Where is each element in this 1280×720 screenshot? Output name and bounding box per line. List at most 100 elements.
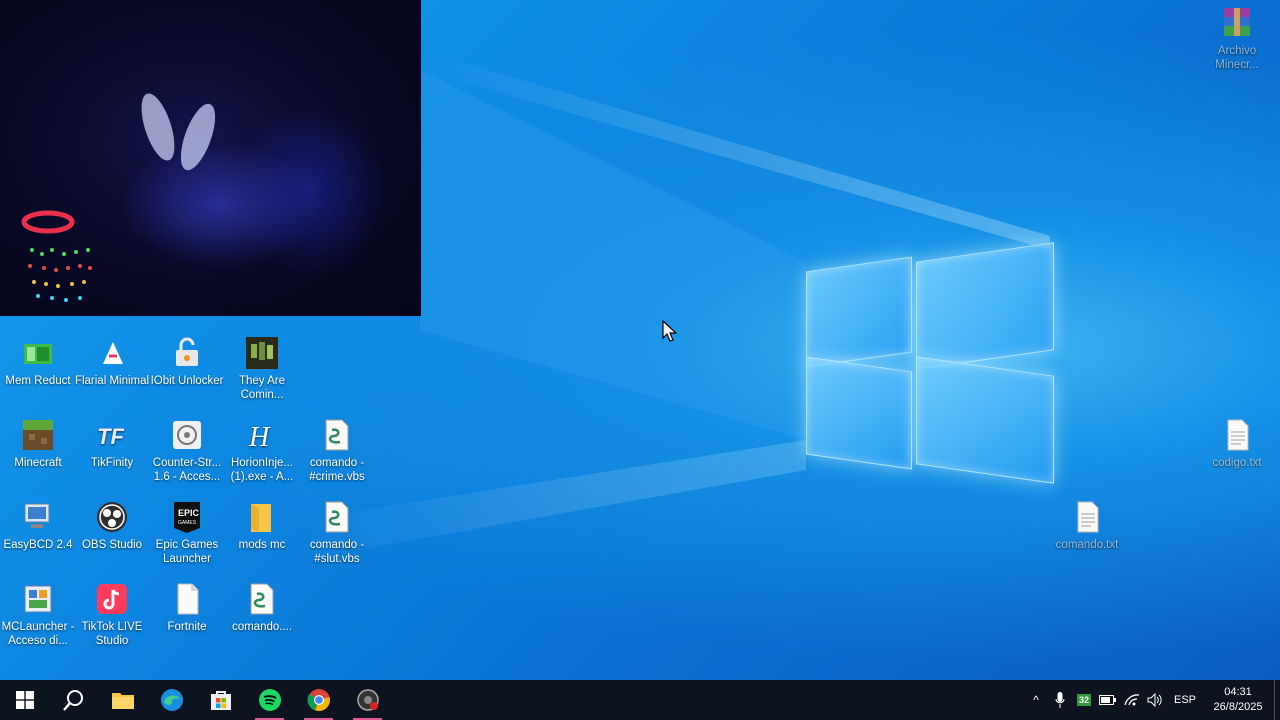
desktop-icon-label: TikTok LIVE Studio bbox=[81, 621, 143, 647]
desktop-icon[interactable]: mods mc bbox=[224, 500, 300, 552]
easybcd-icon bbox=[21, 500, 55, 534]
desktop-icon[interactable]: Counter-Str... 1.6 - Acces... bbox=[149, 418, 225, 484]
epic-games-icon: EPIC GAMES bbox=[170, 500, 204, 534]
clock-time: 04:31 bbox=[1224, 686, 1252, 698]
vbs-script-icon bbox=[320, 500, 354, 534]
desktop-icon-label: Flarial Minimal bbox=[74, 375, 150, 387]
tray-badge-icon: 32 bbox=[1076, 694, 1091, 706]
desktop-icon[interactable]: Fortnite bbox=[149, 582, 225, 634]
store-button[interactable] bbox=[196, 680, 245, 720]
windows-logo-wallpaper bbox=[806, 234, 1054, 488]
minecraft-icon bbox=[21, 418, 55, 452]
svg-text:H: H bbox=[248, 422, 271, 452]
desktop-icon[interactable]: MCLauncher - Acceso di... bbox=[0, 582, 76, 648]
desktop-icon[interactable]: Mem Reduct bbox=[0, 336, 76, 388]
desktop-icon-label: comando.... bbox=[231, 621, 293, 633]
desktop-icon[interactable]: They Are Comin... bbox=[224, 336, 300, 402]
tiktok-live-icon bbox=[95, 582, 129, 616]
language-label: ESP bbox=[1173, 694, 1196, 706]
desktop-icon-label: They Are Comin... bbox=[238, 375, 286, 401]
chrome-button[interactable] bbox=[294, 680, 343, 720]
obs-icon bbox=[95, 500, 129, 534]
microphone-icon bbox=[1055, 692, 1065, 708]
they-are-coming-icon bbox=[245, 336, 279, 370]
file-icon bbox=[170, 582, 204, 616]
desktop-icon[interactable]: EPIC GAMES Epic Games Launcher bbox=[149, 500, 225, 566]
desktop-icon[interactable]: comando - #crime.vbs bbox=[299, 418, 375, 484]
desktop-icon-label: comando - #crime.vbs bbox=[309, 457, 365, 483]
desktop-icon-label: Minecraft bbox=[14, 457, 62, 469]
start-icon bbox=[15, 691, 34, 709]
network-button[interactable] bbox=[1120, 693, 1144, 707]
volume-icon bbox=[1147, 693, 1162, 707]
desktop-icon[interactable]: H HorionInje... (1).exe - A... bbox=[224, 418, 300, 484]
obs-record-icon bbox=[356, 689, 379, 711]
start-button[interactable] bbox=[0, 680, 49, 720]
spotify-button[interactable] bbox=[245, 680, 294, 720]
text-file-icon bbox=[1220, 418, 1254, 452]
desktop-icon[interactable]: TikTok LIVE Studio bbox=[74, 582, 150, 648]
microphone-button[interactable] bbox=[1048, 692, 1072, 708]
store-icon bbox=[210, 691, 231, 710]
file-explorer-button[interactable] bbox=[98, 680, 147, 720]
vbs-script-icon bbox=[320, 418, 354, 452]
horion-icon: H bbox=[245, 418, 279, 452]
show-desktop-button[interactable] bbox=[1274, 680, 1280, 720]
chrome-icon bbox=[307, 689, 330, 712]
desktop-icon[interactable]: comando - #slut.vbs bbox=[299, 500, 375, 566]
flarial-icon bbox=[95, 336, 129, 370]
clock-date: 26/8/2025 bbox=[1213, 701, 1263, 713]
desktop-icon[interactable]: OBS Studio bbox=[74, 500, 150, 552]
desktop-icon-label: Fortnite bbox=[167, 621, 207, 633]
desktop-icon[interactable]: Minecraft bbox=[0, 418, 76, 470]
desktop-icon[interactable]: Flarial Minimal bbox=[74, 336, 150, 388]
search-button[interactable] bbox=[49, 680, 98, 720]
battery-button[interactable] bbox=[1096, 694, 1120, 706]
mclauncher-icon bbox=[21, 582, 55, 616]
mem-reduct-icon bbox=[21, 336, 55, 370]
desktop-icon[interactable]: comando.... bbox=[224, 582, 300, 634]
folder-icon bbox=[245, 500, 279, 534]
desktop-icon[interactable]: TF TikFinity bbox=[74, 418, 150, 470]
desktop-icon-label: comando.txt bbox=[1055, 539, 1119, 551]
desktop-icon-label: TikFinity bbox=[90, 457, 134, 469]
vbs-script-icon bbox=[245, 582, 279, 616]
desktop-icon-label: MCLauncher - Acceso di... bbox=[1, 621, 75, 647]
language-indicator[interactable]: ESP bbox=[1168, 694, 1202, 706]
chevron-up-icon: ^ bbox=[1033, 693, 1039, 707]
desktop-icon-label: IObit Unlocker bbox=[150, 375, 224, 387]
rgb-keyboard-image bbox=[21, 210, 92, 302]
obs-record-button[interactable] bbox=[343, 680, 392, 720]
show-hidden-icons-button[interactable]: ^ bbox=[1024, 693, 1048, 707]
wifi-icon bbox=[1124, 694, 1140, 706]
file-explorer-icon bbox=[111, 693, 134, 709]
edge-icon bbox=[160, 689, 183, 711]
volume-button[interactable] bbox=[1144, 693, 1168, 707]
counter-strike-icon bbox=[170, 418, 204, 452]
desktop-icon-label: mods mc bbox=[238, 539, 286, 551]
desktop-icon[interactable]: Archivo Minecr... bbox=[1199, 6, 1275, 72]
desktop-icon[interactable]: IObit Unlocker bbox=[149, 336, 225, 388]
battery-icon bbox=[1099, 695, 1116, 705]
svg-text:GAMES: GAMES bbox=[178, 520, 197, 526]
svg-text:TF: TF bbox=[97, 424, 124, 449]
winrar-icon bbox=[1220, 6, 1254, 40]
desktop-icon-label: codigo.txt bbox=[1212, 457, 1262, 469]
desktop-icon[interactable]: comando.txt bbox=[1049, 500, 1125, 552]
system-tray: ^ 32 ESP 04:31 26/8/2025 bbox=[1024, 680, 1280, 720]
desktop-icon-label: Epic Games Launcher bbox=[155, 539, 219, 565]
edge-button[interactable] bbox=[147, 680, 196, 720]
search-icon bbox=[62, 690, 83, 711]
desktop-icon-label: OBS Studio bbox=[81, 539, 143, 551]
tikfinity-icon: TF bbox=[95, 418, 129, 452]
desktop-icon-label: Archivo Minecr... bbox=[1215, 45, 1259, 71]
svg-text:EPIC: EPIC bbox=[178, 508, 200, 518]
webcam-overlay bbox=[0, 0, 421, 316]
desktop-icon-label: Mem Reduct bbox=[5, 375, 71, 387]
mouse-pointer-icon bbox=[662, 320, 678, 342]
desktop-icon[interactable]: EasyBCD 2.4 bbox=[0, 500, 76, 552]
desktop-icon[interactable]: codigo.txt bbox=[1199, 418, 1275, 470]
clock[interactable]: 04:31 26/8/2025 bbox=[1206, 685, 1270, 715]
taskbar: ^ 32 ESP 04:31 26/8/2025 bbox=[0, 680, 1280, 720]
tray-app-badge[interactable]: 32 bbox=[1072, 694, 1096, 706]
